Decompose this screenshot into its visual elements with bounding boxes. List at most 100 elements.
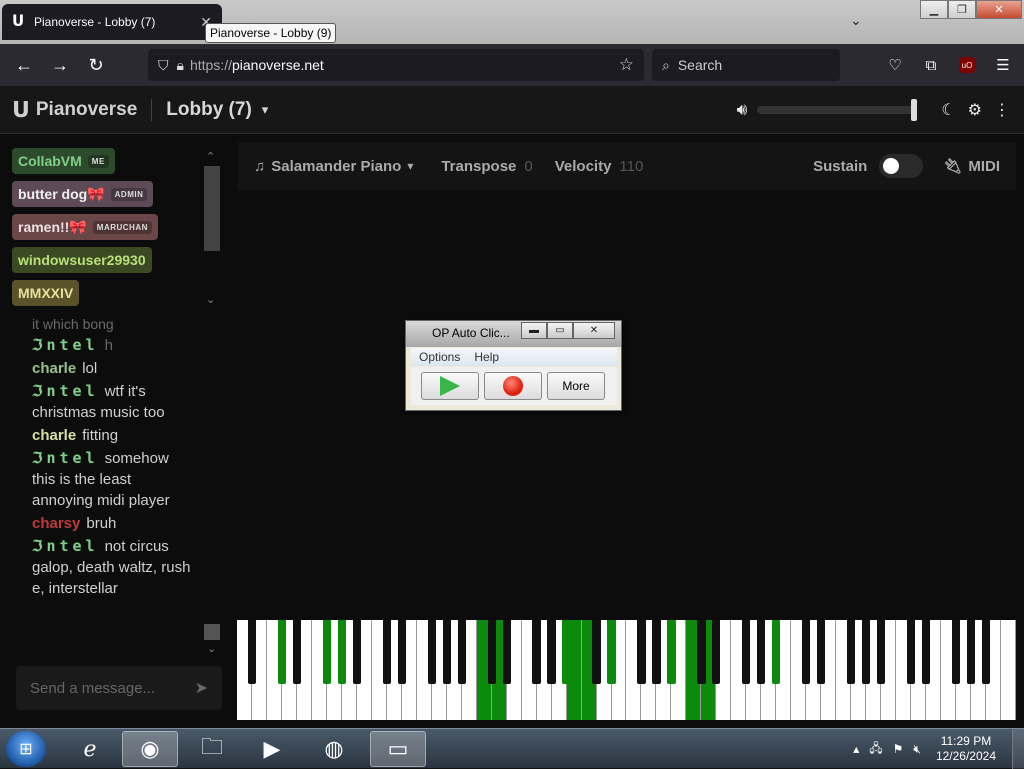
search-input[interactable]: ⌕ Search [652,49,840,81]
piano-black-key[interactable] [532,620,541,684]
network-icon[interactable]: 🖧︎ [869,739,882,760]
ublock-icon[interactable]: uO [959,57,975,73]
piano-black-key[interactable] [502,620,511,684]
popup-maximize-button[interactable]: ▭ [547,322,573,339]
piano-black-key[interactable] [862,620,871,684]
chevron-down-icon[interactable]: ⌄ [207,642,216,655]
user-chip[interactable]: CollabVM ME [12,148,115,174]
url-text[interactable]: https://pianoverse.net [190,57,324,73]
auto-clicker-taskbar-icon[interactable]: ▭ [370,731,426,767]
url-bar[interactable]: ⛉ 🔒︎ https://pianoverse.net ☆ [148,49,644,81]
piano-black-key[interactable] [337,620,346,684]
sustain-toggle[interactable] [879,154,924,178]
user-chip[interactable]: MMXXIV [12,280,80,306]
chat-input[interactable]: Send a message... ➤ [16,666,222,710]
volume-slider[interactable] [757,99,918,121]
volume-slider-knob[interactable] [911,99,918,121]
more-button[interactable]: More [547,372,605,400]
gear-icon[interactable]: ⚙ [968,100,982,120]
piano-black-key[interactable] [742,620,751,684]
show-hidden-icons-icon[interactable]: ▴ [853,742,859,756]
globe-app-icon[interactable]: ◍ [306,731,362,767]
pocket-icon[interactable]: ♡ [878,50,912,80]
piano-black-key[interactable] [292,620,302,684]
menu-options[interactable]: Options [419,350,460,364]
piano-black-key[interactable] [592,620,601,684]
clock[interactable]: 11:29 PM 12/26/2024 [936,734,996,764]
piano-black-key[interactable] [697,620,706,684]
menu-help[interactable]: Help [474,350,499,364]
file-explorer-icon[interactable]: 🗀︎ [184,731,240,767]
back-button[interactable]: ← [6,50,42,80]
chevron-up-icon[interactable]: ⌃ [206,150,215,163]
send-icon[interactable]: ➤ [195,678,208,698]
chat-nick[interactable]: charle [32,427,76,444]
piano-black-key[interactable] [547,620,556,684]
chat-nick[interactable]: ℑntel [32,382,99,400]
chat-nick[interactable]: charle [32,360,76,377]
instrument-selector[interactable]: ♫ Salamander Piano ▾ [254,158,413,175]
piano-black-key[interactable] [966,620,976,684]
tab-pianoverse[interactable]: ᑌ Pianoverse - Lobby (7) ✕ [2,4,222,40]
menu-icon[interactable]: ☰ [986,50,1020,80]
piano-black-key[interactable] [772,620,781,684]
lock-icon[interactable]: 🔒︎ [177,57,184,74]
piano-black-key[interactable] [397,620,406,684]
piano-black-key[interactable] [652,620,661,684]
flag-icon[interactable]: ⚑ [893,742,904,756]
piano-black-key[interactable] [442,620,451,684]
more-vertical-icon[interactable]: ⋮ [994,100,1010,120]
lobby-selector[interactable]: Lobby (7) ▾ [166,99,268,121]
user-chip[interactable]: ramen!!🎀 MARUCHAN [12,214,158,240]
scrollbar-thumb[interactable] [204,166,220,251]
piano-black-key[interactable] [352,620,361,684]
piano-black-key[interactable] [562,620,571,684]
piano-black-key[interactable] [951,620,961,684]
piano-black-key[interactable] [427,620,436,684]
piano-black-key[interactable] [637,620,646,684]
transpose-control[interactable]: Transpose 0 [441,158,532,175]
record-button[interactable] [484,372,542,400]
piano-black-key[interactable] [277,620,287,684]
piano-black-key[interactable] [322,620,331,684]
chevron-down-icon[interactable]: ⌄ [850,12,862,29]
popup-close-button[interactable]: ✕ [573,322,615,339]
piano-black-key[interactable] [487,620,496,684]
firefox-icon[interactable]: ◉ [122,731,178,767]
start-button[interactable]: ⊞ [6,731,46,767]
piano-black-key[interactable] [607,620,616,684]
reload-button[interactable]: ↻ [78,50,114,80]
piano-black-key[interactable] [817,620,826,684]
piano-black-key[interactable] [847,620,856,684]
piano-black-key[interactable] [457,620,466,684]
piano-white-key[interactable] [1001,620,1016,720]
user-chip[interactable]: butter dog🎀 ADMIN [12,181,154,207]
forward-button[interactable]: → [42,50,78,80]
extensions-icon[interactable]: ⧉ [914,50,948,80]
volume-muted-icon[interactable]: 🔇︎ [913,742,921,757]
bookmark-star-icon[interactable]: ☆ [619,55,634,75]
media-player-icon[interactable]: ▶ [244,731,300,767]
piano-keyboard[interactable] [237,620,1016,720]
start-button[interactable] [421,372,479,400]
internet-explorer-icon[interactable]: ℯ [62,731,118,767]
piano-black-key[interactable] [382,620,391,684]
moon-icon[interactable]: ☾ [941,100,955,120]
popup-minimize-button[interactable]: ▬ [521,322,547,339]
piano-black-key[interactable] [667,620,676,684]
chevron-down-icon[interactable]: ⌄ [206,293,215,306]
user-chip[interactable]: windowsuser29930 [12,247,152,273]
piano-black-key[interactable] [907,620,916,684]
velocity-control[interactable]: Velocity 110 [555,158,644,175]
chat-nick[interactable]: ℑntel [32,537,99,555]
piano-black-key[interactable] [802,620,811,684]
piano-black-key[interactable] [712,620,721,684]
chat-nick[interactable]: ℑntel [32,336,99,354]
chat-scrollbar-thumb[interactable] [204,624,220,640]
piano-black-key[interactable] [247,620,257,684]
piano-black-key[interactable] [981,620,991,684]
shield-icon[interactable]: ⛉ [158,57,169,74]
chat-nick[interactable]: charsy [32,515,80,532]
show-desktop-button[interactable] [1012,729,1024,769]
logo[interactable]: ᑌ Pianoverse [12,97,137,123]
